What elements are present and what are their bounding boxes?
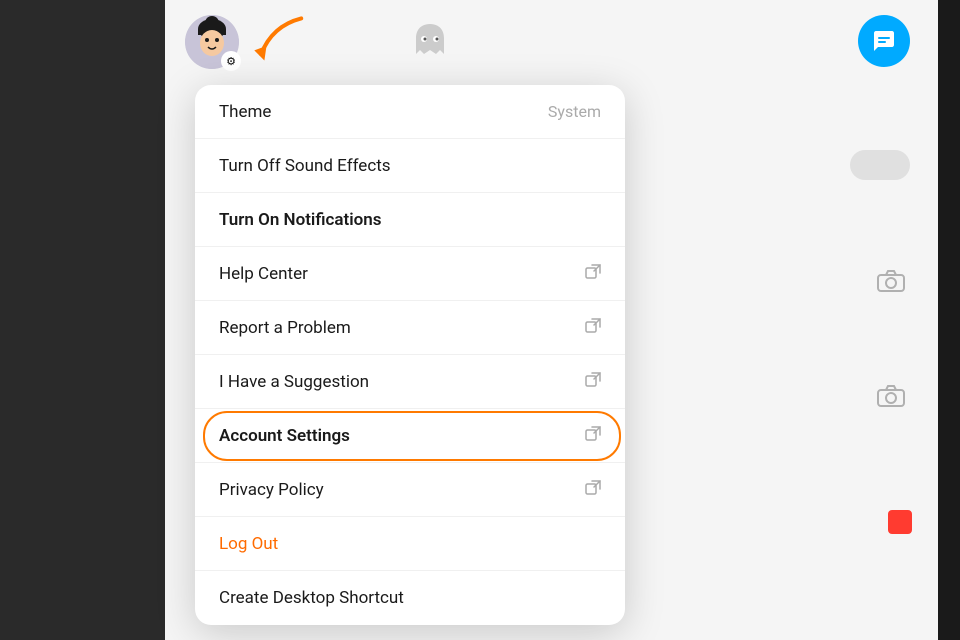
menu-item-logout[interactable]: Log Out (195, 517, 625, 571)
record-button[interactable] (888, 510, 912, 534)
snapchat-ghost-icon (408, 20, 452, 74)
external-link-icon-2 (585, 318, 601, 338)
menu-item-sound[interactable]: Turn Off Sound Effects (195, 139, 625, 193)
menu-item-notifications[interactable]: Turn On Notifications (195, 193, 625, 247)
sidebar-right (938, 0, 960, 640)
help-label: Help Center (219, 264, 308, 284)
logout-label: Log Out (219, 534, 278, 554)
theme-label: Theme (219, 102, 271, 122)
external-link-icon-4 (585, 426, 601, 446)
menu-item-shortcut[interactable]: Create Desktop Shortcut (195, 571, 625, 625)
ghost-svg (408, 20, 452, 64)
settings-dropdown-menu: Theme System Turn Off Sound Effects Turn… (195, 85, 625, 625)
external-link-icon (585, 264, 601, 284)
camera-icon-bottom (877, 385, 905, 413)
external-link-icon-5 (585, 480, 601, 500)
sidebar-left (0, 0, 165, 640)
shortcut-label: Create Desktop Shortcut (219, 588, 404, 608)
chat-icon (872, 29, 896, 53)
external-link-icon-3 (585, 372, 601, 392)
toggle-switch[interactable] (850, 150, 910, 180)
menu-item-help[interactable]: Help Center (195, 247, 625, 301)
avatar-button[interactable]: ⚙ (185, 15, 239, 69)
gear-icon: ⚙ (226, 55, 236, 68)
menu-item-privacy[interactable]: Privacy Policy (195, 463, 625, 517)
action-button[interactable] (858, 15, 910, 67)
camera-svg-2 (877, 385, 905, 407)
menu-item-theme[interactable]: Theme System (195, 85, 625, 139)
privacy-label: Privacy Policy (219, 480, 324, 500)
report-label: Report a Problem (219, 318, 351, 338)
camera-icon-top (877, 270, 905, 298)
menu-item-account-settings[interactable]: Account Settings (195, 409, 625, 463)
menu-item-report[interactable]: Report a Problem (195, 301, 625, 355)
suggestion-label: I Have a Suggestion (219, 372, 369, 392)
settings-gear-badge: ⚙ (221, 51, 241, 71)
menu-item-suggestion[interactable]: I Have a Suggestion (195, 355, 625, 409)
camera-svg-1 (877, 270, 905, 292)
notifications-label: Turn On Notifications (219, 210, 381, 230)
theme-value: System (548, 102, 601, 121)
account-settings-label: Account Settings (219, 426, 350, 446)
sound-label: Turn Off Sound Effects (219, 156, 391, 176)
